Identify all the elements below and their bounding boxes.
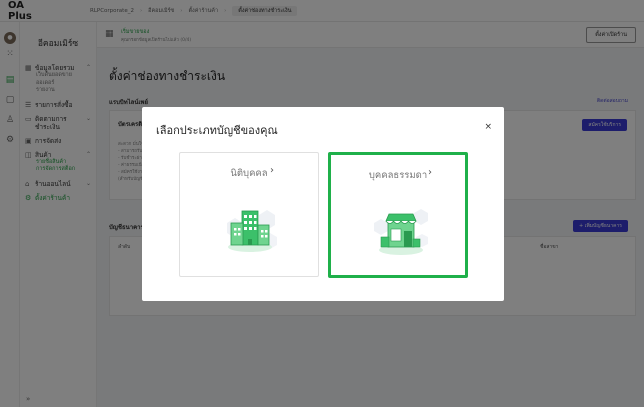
option-label: นิติบุคคล <box>230 168 268 179</box>
modal-title: เลือกประเภทบัญชีของคุณ <box>156 124 278 137</box>
option-label: บุคคลธรรมดา <box>368 170 428 181</box>
storefront-icon <box>374 209 428 255</box>
option-juristic-person[interactable]: นิติบุคคล › <box>179 152 319 277</box>
account-type-modal: เลือกประเภทบัญชีของคุณ × นิติบุคคล › บุค… <box>142 107 504 301</box>
chevron-right-icon: › <box>270 165 274 176</box>
close-icon[interactable]: × <box>484 122 492 132</box>
chevron-right-icon: › <box>428 167 432 178</box>
buildings-icon <box>227 210 277 252</box>
option-individual[interactable]: บุคคลธรรมดา › <box>328 152 468 278</box>
